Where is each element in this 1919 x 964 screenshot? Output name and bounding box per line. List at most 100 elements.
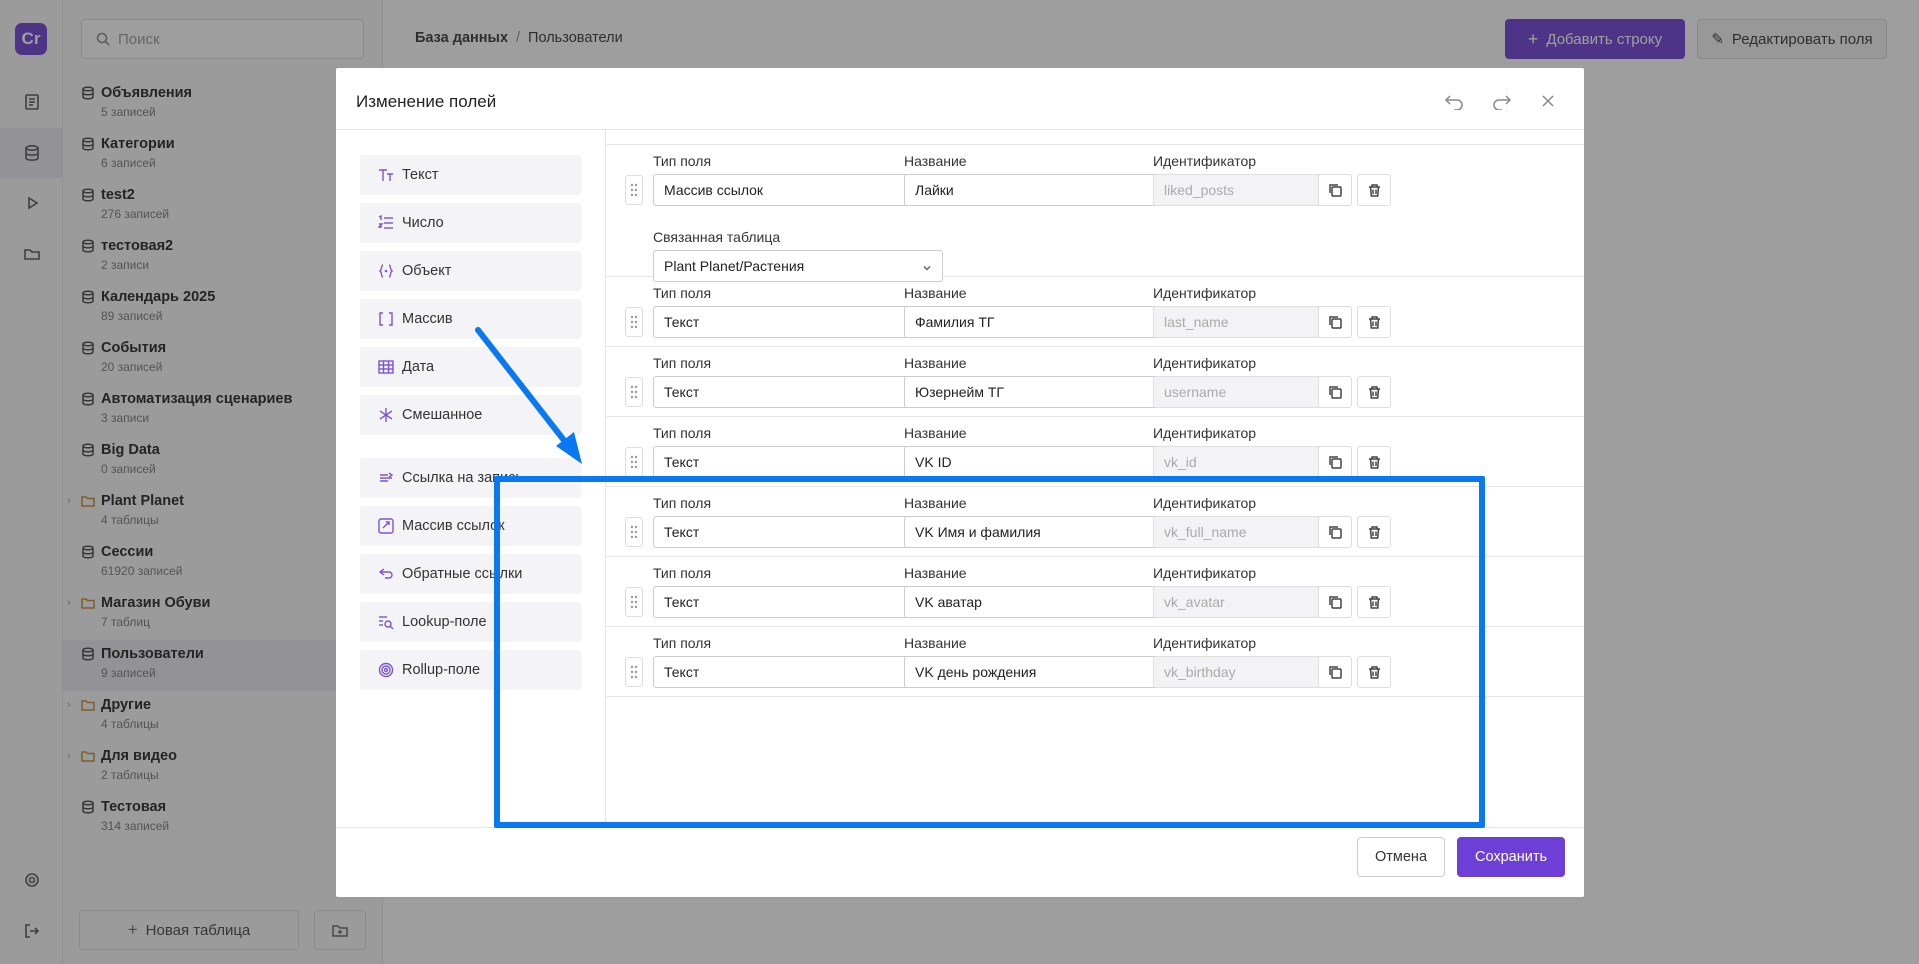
trash-icon[interactable] [1357, 174, 1391, 206]
edit-fields-modal: Изменение полей Текст Число Объект Массив Да… [336, 68, 1584, 897]
chevron-down-icon [922, 260, 932, 271]
field-name-caption: Название [904, 495, 967, 511]
field-type-caption: Тип поля [653, 285, 712, 301]
field-type-button[interactable]: Массив ссылок [360, 506, 581, 546]
field-row: Тип поля Название Идентификатор Текст Фамили… [606, 277, 1584, 347]
close-icon[interactable] [1536, 90, 1560, 112]
trash-icon[interactable] [1357, 446, 1391, 478]
field-type-select[interactable]: Текст [653, 306, 943, 338]
field-name-caption: Название [904, 565, 967, 581]
undo-icon[interactable] [1442, 90, 1466, 112]
linked-table-value: Plant Planet/Растения [664, 258, 805, 274]
field-name-input[interactable]: VK день рождения [904, 656, 1194, 688]
calendar-grid-icon [378, 359, 394, 375]
field-type-value: Массив ссылок [664, 182, 764, 198]
copy-icon[interactable] [1318, 586, 1352, 618]
field-type-caption: Тип поля [653, 153, 712, 169]
field-name-input[interactable]: Фамилия ТГ [904, 306, 1194, 338]
trash-icon[interactable] [1357, 586, 1391, 618]
copy-icon[interactable] [1318, 516, 1352, 548]
field-name-caption: Название [904, 285, 967, 301]
field-type-button[interactable]: Текст [360, 155, 581, 195]
field-type-value: Текст [664, 594, 700, 610]
object-braces-icon [378, 263, 394, 279]
field-type-button[interactable]: Дата [360, 347, 581, 387]
field-type-button[interactable]: Rollup-поле [360, 650, 581, 690]
field-type-label: Обратные ссылки [402, 566, 523, 582]
trash-icon[interactable] [1357, 376, 1391, 408]
field-name-input[interactable]: VK аватар [904, 586, 1194, 618]
field-id-input: vk_birthday [1153, 656, 1343, 688]
redo-icon[interactable] [1490, 90, 1514, 112]
field-type-caption: Тип поля [653, 425, 712, 441]
field-id-caption: Идентификатор [1153, 495, 1257, 511]
field-type-select[interactable]: Текст [653, 656, 943, 688]
field-type-label: Смешанное [402, 407, 483, 423]
field-type-label: Объект [402, 263, 452, 279]
field-name-input[interactable]: VK ID [904, 446, 1194, 478]
drag-handle-icon[interactable] [625, 517, 643, 547]
field-type-button[interactable]: Объект [360, 251, 581, 291]
drag-handle-icon[interactable] [625, 657, 643, 687]
save-button[interactable]: Сохранить [1457, 837, 1565, 877]
field-row: Тип поля Название Идентификатор Текст VK ден… [606, 627, 1584, 697]
copy-icon[interactable] [1318, 656, 1352, 688]
field-type-label: Rollup-поле [402, 662, 481, 678]
field-type-caption: Тип поля [653, 565, 712, 581]
field-name-caption: Название [904, 355, 967, 371]
field-type-button[interactable]: Число [360, 203, 581, 243]
drag-handle-icon[interactable] [625, 175, 643, 205]
field-type-value: Текст [664, 314, 700, 330]
field-type-label: Ссылка на запись [402, 470, 523, 486]
field-type-select[interactable]: Массив ссылок [653, 174, 943, 206]
trash-icon[interactable] [1357, 306, 1391, 338]
field-type-button[interactable]: Массив [360, 299, 581, 339]
field-id-caption: Идентификатор [1153, 153, 1257, 169]
copy-icon[interactable] [1318, 174, 1352, 206]
field-name-input[interactable]: VK Имя и фамилия [904, 516, 1194, 548]
field-type-label: Число [402, 215, 444, 231]
drag-handle-icon[interactable] [625, 587, 643, 617]
link-array-icon [378, 518, 394, 534]
drag-handle-icon[interactable] [625, 447, 643, 477]
backlink-icon [378, 566, 394, 582]
field-type-value: Текст [664, 384, 700, 400]
field-name-caption: Название [904, 635, 967, 651]
field-id-caption: Идентификатор [1153, 355, 1257, 371]
field-type-select[interactable]: Текст [653, 376, 943, 408]
field-type-label: Текст [402, 167, 439, 183]
field-type-select[interactable]: Текст [653, 586, 943, 618]
copy-icon[interactable] [1318, 306, 1352, 338]
field-type-button[interactable]: Ссылка на запись [360, 458, 581, 498]
field-name-input[interactable]: Лайки [904, 174, 1194, 206]
field-id-input: liked_posts [1153, 174, 1343, 206]
cancel-button[interactable]: Отмена [1357, 837, 1445, 877]
drag-handle-icon[interactable] [625, 307, 643, 337]
text-type-icon [378, 167, 394, 183]
field-type-button[interactable]: Lookup-поле [360, 602, 581, 642]
field-type-select[interactable]: Текст [653, 516, 943, 548]
field-row: Тип поля Название Идентификатор Текст Юзерне… [606, 347, 1584, 417]
copy-icon[interactable] [1318, 446, 1352, 478]
field-id-caption: Идентификатор [1153, 635, 1257, 651]
rollup-icon [378, 662, 394, 678]
field-row: Тип поля Название Идентификатор Текст VK Имя… [606, 487, 1584, 557]
field-type-button[interactable]: Смешанное [360, 395, 581, 435]
drag-handle-icon[interactable] [625, 377, 643, 407]
trash-icon[interactable] [1357, 656, 1391, 688]
field-type-caption: Тип поля [653, 635, 712, 651]
field-type-label: Lookup-поле [402, 614, 487, 630]
field-id-caption: Идентификатор [1153, 565, 1257, 581]
trash-icon[interactable] [1357, 516, 1391, 548]
field-name-input[interactable]: Юзернейм ТГ [904, 376, 1194, 408]
record-link-icon [378, 470, 394, 486]
field-type-button[interactable]: Обратные ссылки [360, 554, 581, 594]
field-row: Тип поля Название Идентификатор Массив ссыл… [606, 145, 1584, 282]
field-type-select[interactable]: Текст [653, 446, 943, 478]
modal-header: Изменение полей [336, 68, 1584, 130]
field-type-label: Массив ссылок [402, 518, 505, 534]
modal-title: Изменение полей [356, 92, 497, 111]
copy-icon[interactable] [1318, 376, 1352, 408]
field-type-caption: Тип поля [653, 355, 712, 371]
